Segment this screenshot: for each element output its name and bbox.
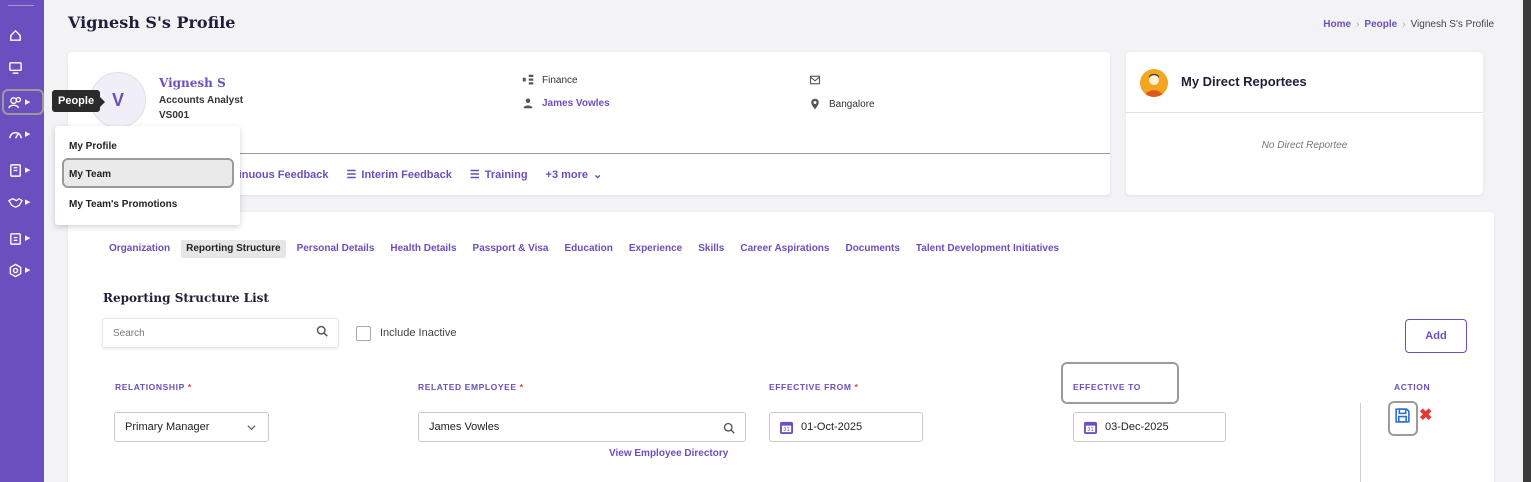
training-link[interactable]: ☰ Training (469, 168, 528, 182)
calendar-icon[interactable]: 31 (1084, 421, 1097, 434)
calendar-icon[interactable]: 31 (780, 421, 793, 434)
tab-personal-details[interactable]: Personal Details (292, 240, 380, 258)
org-chart-icon (522, 74, 534, 85)
header-effective-to: EFFECTIVE TO (1073, 382, 1141, 392)
tab-passport-visa[interactable]: Passport & Visa (468, 240, 554, 258)
search-icon[interactable] (723, 422, 735, 434)
reportees-title: My Direct Reportees (1181, 74, 1307, 89)
list-icon: ☰ (469, 169, 480, 181)
clipboard-icon[interactable]: ▶ (0, 225, 44, 251)
header-effective-from: EFFECTIVE FROM * (769, 382, 859, 392)
dashboard-icon[interactable]: ▶ (0, 121, 44, 147)
continuous-feedback-link[interactable]: tinuous Feedback (235, 169, 329, 181)
tab-organization[interactable]: Organization (104, 240, 175, 258)
manager-link[interactable]: James Vowles (542, 98, 610, 109)
flyout-my-team[interactable]: My Team (69, 169, 111, 180)
tab-skills[interactable]: Skills (693, 240, 729, 258)
email-info (809, 74, 821, 86)
handshake-icon[interactable]: ▶ (0, 189, 44, 215)
employee-name[interactable]: Vignesh S (159, 76, 226, 90)
breadcrumb: Home › People › Vignesh S's Profile (1323, 19, 1494, 30)
header-action: ACTION (1394, 382, 1431, 392)
caret-right-icon: ▶ (25, 167, 31, 174)
manager-info[interactable]: James Vowles (522, 97, 610, 109)
settings-icon[interactable]: ▶ (0, 257, 44, 283)
tab-talent-development[interactable]: Talent Development Initiatives (911, 240, 1064, 258)
home-icon[interactable] (0, 22, 44, 48)
effective-to-date[interactable]: 31 03-Dec-2025 (1073, 412, 1226, 442)
monitor-icon[interactable] (0, 54, 44, 80)
add-button[interactable]: Add (1405, 319, 1467, 353)
page-title: Vignesh S's Profile (68, 13, 236, 32)
tab-health-details[interactable]: Health Details (385, 240, 461, 258)
book-icon[interactable]: ▶ (0, 157, 44, 183)
employee-code: VS001 (159, 110, 190, 121)
breadcrumb-home[interactable]: Home (1323, 19, 1351, 30)
location-info: Bangalore (809, 98, 875, 110)
profile-tabs: Organization Reporting Structure Persona… (104, 240, 1064, 258)
related-employee-value: James Vowles (429, 421, 500, 433)
chevron-right-icon: › (1402, 19, 1406, 30)
list-icon: ☰ (346, 169, 357, 181)
include-inactive-checkbox[interactable] (356, 326, 371, 341)
chevron-down-icon: ⌄ (593, 169, 603, 181)
reportee-avatar-icon (1140, 69, 1168, 97)
header-relationship: RELATIONSHIP * (115, 382, 192, 392)
view-employee-directory-link[interactable]: View Employee Directory (609, 448, 728, 459)
location-label: Bangalore (829, 98, 875, 110)
section-title: Reporting Structure List (103, 291, 269, 305)
breadcrumb-current: Vignesh S's Profile (1410, 19, 1494, 30)
people-tooltip: People (52, 90, 106, 112)
relationship-value: Primary Manager (125, 421, 210, 433)
mail-icon (809, 75, 821, 85)
reportees-empty-state: No Direct Reportee (1261, 140, 1348, 151)
window-scrollbar[interactable] (1523, 0, 1531, 482)
interim-feedback-link[interactable]: ☰ Interim Feedback (346, 168, 452, 182)
employee-role: Accounts Analyst (159, 95, 244, 106)
tab-education[interactable]: Education (560, 240, 618, 258)
chevron-down-icon (247, 425, 256, 431)
profile-divider (235, 153, 1110, 154)
tab-career-aspirations[interactable]: Career Aspirations (735, 240, 834, 258)
search-input[interactable] (102, 318, 339, 348)
caret-right-icon: ▶ (25, 199, 31, 206)
location-pin-icon (811, 98, 819, 110)
delete-icon[interactable]: ✖ (1419, 406, 1432, 426)
effective-to-value: 03-Dec-2025 (1105, 421, 1169, 433)
caret-right-icon: ▶ (25, 235, 31, 242)
related-employee-field[interactable]: James Vowles (418, 412, 746, 442)
department-label: Finance (542, 74, 578, 86)
rail-divider (8, 5, 34, 6)
svg-text:31: 31 (1087, 427, 1093, 433)
tab-documents[interactable]: Documents (840, 240, 904, 258)
more-links-button[interactable]: +3 more ⌄ (546, 168, 603, 182)
include-inactive-label: Include Inactive (380, 327, 457, 339)
relationship-select[interactable]: Primary Manager (114, 412, 269, 442)
chevron-right-icon: › (1356, 19, 1360, 30)
person-icon (523, 98, 533, 109)
save-icon[interactable] (1394, 407, 1411, 424)
people-flyout-menu: My Profile My Team My Team's Promotions (55, 126, 240, 225)
caret-right-icon: ▶ (25, 131, 31, 138)
flyout-my-teams-promotions[interactable]: My Team's Promotions (69, 199, 177, 210)
people-highlight-ring (2, 89, 44, 115)
effective-from-date[interactable]: 31 01-Oct-2025 (769, 412, 923, 442)
tab-experience[interactable]: Experience (624, 240, 687, 258)
flyout-my-profile[interactable]: My Profile (69, 141, 117, 152)
effective-from-value: 01-Oct-2025 (801, 421, 863, 433)
action-divider (1360, 403, 1361, 482)
breadcrumb-people[interactable]: People (1364, 19, 1397, 30)
header-related-employee: RELATED EMPLOYEE * (418, 382, 524, 392)
nav-rail: ▶ ▶ ▶ ▶ ▶ ▶ (0, 0, 44, 482)
search-icon[interactable] (316, 325, 328, 337)
caret-right-icon: ▶ (25, 267, 31, 274)
feedback-links: tinuous Feedback ☰ Interim Feedback ☰ Trai… (235, 168, 603, 182)
reportees-divider (1126, 112, 1483, 113)
tab-reporting-structure[interactable]: Reporting Structure (181, 240, 286, 258)
department-info: Finance (522, 74, 578, 86)
svg-text:31: 31 (783, 427, 789, 433)
